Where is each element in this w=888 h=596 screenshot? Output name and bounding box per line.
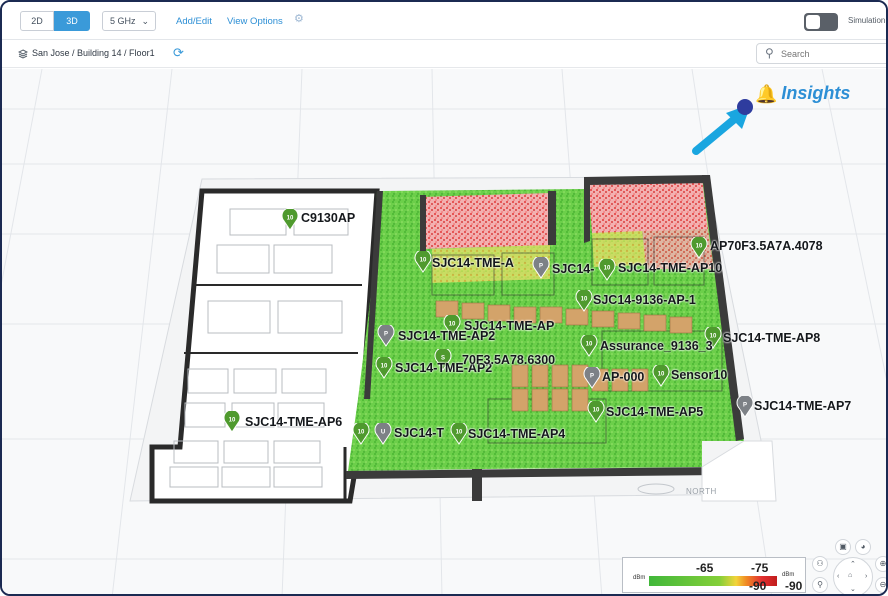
- svg-text:10: 10: [381, 364, 388, 370]
- svg-text:P: P: [590, 374, 594, 380]
- svg-text:10: 10: [456, 430, 463, 436]
- gear-icon[interactable]: ⚙: [294, 12, 304, 25]
- svg-text:P: P: [539, 264, 543, 270]
- north-indicator: NORTH: [686, 487, 717, 496]
- person-icon[interactable]: ⚇: [812, 556, 828, 572]
- ap-label[interactable]: AP-000: [602, 370, 644, 384]
- mouse-cursor-dot: [737, 99, 753, 115]
- search-icon: ⚲: [765, 46, 774, 60]
- ap-marker-icon[interactable]: 10: [450, 421, 468, 445]
- ap-marker-icon[interactable]: P: [377, 323, 395, 347]
- ap-label[interactable]: SJC14-T: [394, 426, 444, 440]
- ap-label[interactable]: C9130AP: [301, 211, 355, 225]
- ap-label[interactable]: SJC14-TME-AP6: [245, 415, 342, 429]
- pie-view-icon[interactable]: ◕: [855, 539, 871, 555]
- svg-text:10: 10: [581, 297, 588, 303]
- floor-map-3d-view[interactable]: 🔔 Insights 10 10 10 P 10 10 10 P 10 10 10 S P 10 P 10 10…: [2, 69, 886, 594]
- svg-text:10: 10: [287, 216, 294, 222]
- breadcrumb-bar: San Jose / Building 14 / Floor1 ⟳ ⚲: [2, 40, 886, 68]
- ap-label[interactable]: SJC14-TME-AP2: [398, 329, 495, 343]
- svg-text:P: P: [384, 332, 388, 338]
- legend-threshold-low[interactable]: -90: [749, 579, 766, 593]
- ap-marker-icon[interactable]: P: [736, 394, 754, 418]
- svg-text:10: 10: [604, 266, 611, 272]
- svg-text:10: 10: [358, 430, 365, 436]
- bell-icon: 🔔: [755, 83, 778, 104]
- svg-text:10: 10: [420, 258, 427, 264]
- legend-threshold-mid[interactable]: -75: [751, 561, 768, 575]
- svg-text:U: U: [381, 430, 385, 436]
- band-select-value: 5 GHz: [110, 16, 136, 26]
- ap-marker-icon[interactable]: 10: [352, 421, 370, 445]
- zoom-out-icon[interactable]: ⊖: [875, 577, 886, 593]
- pan-down-icon[interactable]: ⌄: [850, 585, 856, 593]
- ap-marker-icon[interactable]: 10: [690, 235, 708, 259]
- insights-label: Insights: [781, 83, 851, 103]
- cube-view-icon[interactable]: ▣: [835, 539, 851, 555]
- ap-marker-icon[interactable]: 10: [587, 399, 605, 423]
- pan-up-icon[interactable]: ⌃: [850, 560, 856, 568]
- ap-label[interactable]: SJC14-: [552, 262, 594, 276]
- ap-label[interactable]: SJC14-9136-AP-1: [593, 293, 696, 307]
- ap-label[interactable]: SJC14-TME-AP7: [754, 399, 851, 413]
- legend-threshold-low-right: -90: [785, 579, 803, 593]
- ap-marker-icon[interactable]: 10: [580, 333, 598, 357]
- svg-text:10: 10: [593, 408, 600, 414]
- legend-threshold-high[interactable]: -65: [696, 561, 713, 575]
- ap-marker-icon[interactable]: U: [374, 421, 392, 445]
- ap-marker-icon[interactable]: 10: [375, 355, 393, 379]
- ap-label[interactable]: AP70F3.5A7A.4078: [710, 239, 823, 253]
- ap-label[interactable]: SJC14-TME-AP5: [606, 405, 703, 419]
- svg-text:10: 10: [658, 372, 665, 378]
- breadcrumb[interactable]: San Jose / Building 14 / Floor1: [32, 48, 155, 58]
- ap-marker-icon[interactable]: 10: [575, 288, 593, 312]
- ap-label[interactable]: 70F3.5A78.6300: [462, 353, 555, 367]
- add-edit-link[interactable]: Add/Edit: [176, 16, 212, 27]
- toggle-knob: [806, 15, 820, 29]
- toolbar: 2D 3D 5 GHz ⌄ Add/Edit View Options ⚙ Si…: [2, 2, 886, 40]
- search-input[interactable]: [781, 47, 881, 61]
- view-3d-button[interactable]: 3D: [54, 11, 90, 31]
- ap-label[interactable]: SJC14-TME-AP10: [618, 261, 722, 275]
- ap-marker-icon[interactable]: 10: [281, 207, 299, 231]
- ap-marker-icon[interactable]: 10: [414, 249, 432, 273]
- svg-text:10: 10: [586, 342, 593, 348]
- legend-unit-right: dBm: [782, 572, 795, 578]
- svg-text:10: 10: [449, 322, 456, 328]
- home-icon[interactable]: ⌂: [848, 572, 852, 579]
- pin-icon[interactable]: ⚲: [812, 577, 828, 593]
- pan-right-icon[interactable]: ›: [865, 573, 867, 580]
- search-box[interactable]: ⚲: [756, 43, 886, 64]
- band-select[interactable]: 5 GHz ⌄: [102, 11, 156, 31]
- pan-control[interactable]: ⌃ ‹ ⌂ › ⌄: [833, 557, 873, 594]
- ap-marker-icon[interactable]: 10: [652, 363, 670, 387]
- svg-text:10: 10: [229, 418, 236, 424]
- layers-icon: [18, 49, 28, 59]
- simulation-label: Simulation: [848, 16, 886, 25]
- pan-left-icon[interactable]: ‹: [837, 573, 839, 580]
- simulation-toggle[interactable]: [804, 13, 838, 31]
- ap-label[interactable]: Assurance_9136_3: [600, 339, 713, 353]
- svg-text:10: 10: [696, 244, 703, 250]
- ap-marker-icon[interactable]: P: [532, 255, 550, 279]
- view-2d-button[interactable]: 2D: [20, 11, 54, 31]
- view-options-link[interactable]: View Options: [227, 16, 283, 27]
- ap-marker-icon[interactable]: P: [583, 365, 601, 389]
- ap-marker-icon[interactable]: 10: [598, 257, 616, 281]
- signal-strength-legend: dBm -65 -75 -90 dBm -90: [622, 557, 806, 593]
- insights-button[interactable]: 🔔 Insights: [755, 83, 850, 104]
- app-window: 2D 3D 5 GHz ⌄ Add/Edit View Options ⚙ Si…: [0, 0, 888, 596]
- zoom-in-icon[interactable]: ⊕: [875, 556, 886, 572]
- legend-unit: dBm: [633, 575, 646, 581]
- ap-marker-icon[interactable]: 10: [223, 409, 241, 433]
- chevron-down-icon: ⌄: [141, 16, 149, 26]
- ap-label[interactable]: SJC14-TME-AP4: [468, 427, 565, 441]
- ap-label[interactable]: SJC14-TME-AP8: [723, 331, 820, 345]
- refresh-icon[interactable]: ⟳: [173, 45, 184, 61]
- ap-label[interactable]: SJC14-TME-A: [432, 256, 514, 270]
- ap-label[interactable]: Sensor10: [671, 368, 727, 382]
- svg-text:P: P: [743, 403, 747, 409]
